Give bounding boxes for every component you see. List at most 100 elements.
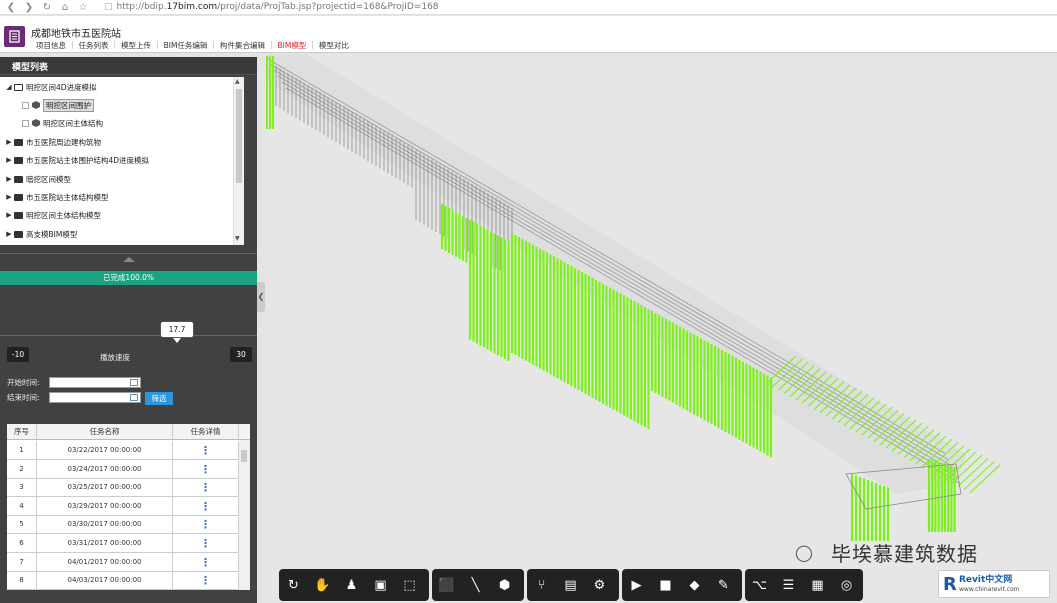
task-table-header: 序号 任务名称 任务详情 (7, 424, 250, 440)
back-icon[interactable]: ❮ (4, 0, 18, 14)
table-row[interactable]: 1 03/22/2017 00:00:00 ⋮ (7, 441, 239, 460)
camera-icon[interactable]: ▣ (372, 577, 389, 594)
app-header: 成都地铁市五医院站 项目信息 | 任务列表 | 模型上传 | BIM任务编辑 | 构件集合编辑 |… (0, 16, 1057, 53)
more-vertical-icon[interactable]: ⋮ (200, 556, 211, 569)
tree-scrollbar[interactable]: ▲ ▼ (233, 77, 244, 245)
share-icon[interactable]: ⌥ (751, 577, 768, 594)
tree-node-label: 市五医院站主体围护结构4D进度模拟 (26, 155, 150, 165)
qrcode-icon[interactable]: ▦ (809, 577, 826, 594)
reload-icon[interactable]: ↻ (40, 0, 54, 14)
start-time-input[interactable] (49, 377, 141, 388)
task-detail-cell: ⋮ (173, 534, 239, 552)
3d-viewport[interactable] (266, 54, 1057, 603)
orbit-icon[interactable]: ↻ (285, 577, 302, 594)
more-vertical-icon[interactable]: ⋮ (200, 500, 211, 513)
scroll-thumb[interactable] (241, 450, 247, 462)
viewer-toolbar: ↻ ✋ ♟ ▣ ⬚ ⬛ ╲ ⬢ ⑂ ▤ ⚙ ▶ ■ ◆ ✎ ⌥ ☰ ▦ ◎ (279, 569, 880, 601)
nav-item-5[interactable]: BIM模型 (272, 40, 311, 51)
more-vertical-icon[interactable]: ⋮ (200, 574, 211, 587)
toolbar-group: ↻ ✋ ♟ ▣ ⬚ (279, 569, 429, 601)
row-number: 6 (7, 534, 37, 552)
toolbar-group: ▶ ■ ◆ ✎ (622, 569, 742, 601)
play-icon[interactable]: ▶ (628, 577, 645, 594)
tree-node[interactable]: ▶ 市五医院周边建构筑物 (4, 134, 101, 150)
scroll-up-icon[interactable]: ▲ (235, 78, 240, 85)
report-icon[interactable]: ☰ (780, 577, 797, 594)
expand-arrow-icon[interactable]: ▶ (4, 230, 14, 238)
folder-icon (14, 211, 23, 219)
nav-item-4[interactable]: 构件集合编辑 (215, 40, 270, 51)
nav-item-0[interactable]: 项目信息 (31, 40, 71, 51)
slider-value[interactable]: 17.7 (160, 321, 194, 343)
table-row[interactable]: 5 03/30/2017 00:00:00 ⋮ (7, 515, 239, 535)
end-time-input[interactable] (49, 392, 141, 403)
tree-node[interactable]: 明挖区间主体结构 (22, 115, 103, 131)
nav-item-1[interactable]: 任务列表 (74, 40, 114, 51)
screenshot-icon[interactable]: ◎ (838, 577, 855, 594)
nav-item-3[interactable]: BIM任务编辑 (159, 40, 213, 51)
expand-arrow-icon[interactable]: ▶ (4, 211, 14, 219)
more-vertical-icon[interactable]: ⋮ (200, 463, 211, 476)
tree-structure-icon[interactable]: ⑂ (533, 577, 550, 594)
revit-badge: R Revit中文网 www.chinarevit.com (938, 570, 1050, 598)
collapse-arrow-icon[interactable]: ◢ (4, 83, 14, 91)
home-icon[interactable]: ⌂ (58, 0, 72, 14)
walk-icon[interactable]: ♟ (343, 577, 360, 594)
table-row[interactable]: 6 03/31/2017 00:00:00 ⋮ (7, 534, 239, 553)
nav-item-2[interactable]: 模型上传 (116, 40, 156, 51)
save-icon[interactable]: ■ (657, 577, 674, 594)
scroll-thumb[interactable] (236, 89, 242, 183)
more-vertical-icon[interactable]: ⋮ (200, 518, 211, 531)
tree-node[interactable]: ▶ 市五医院站主体结构模型 (4, 189, 108, 205)
revit-logo-icon: R (943, 573, 957, 595)
speed-max: 30 (230, 347, 252, 362)
more-vertical-icon[interactable]: ⋮ (200, 537, 211, 550)
panel-resize-grip[interactable] (0, 253, 257, 265)
collapse-panel-button[interactable]: ❮ (257, 282, 265, 312)
star-icon[interactable]: ☆ (76, 0, 90, 14)
structure-beam (277, 75, 956, 473)
zoom-window-icon[interactable]: ⬚ (401, 577, 418, 594)
scroll-down-icon[interactable]: ▼ (235, 235, 240, 242)
expand-arrow-icon[interactable]: ▶ (4, 156, 14, 164)
bim-model-render[interactable] (266, 54, 1057, 603)
table-row[interactable]: 2 03/24/2017 00:00:00 ⋮ (7, 459, 239, 479)
tree-node[interactable]: ▶ 明挖区间主体结构模型 (4, 207, 101, 223)
top-nav: 项目信息 | 任务列表 | 模型上传 | BIM任务编辑 | 构件集合编辑 | BIM模型 | 模型对比 (31, 40, 354, 51)
forward-icon[interactable]: ❯ (22, 0, 36, 14)
slider-track[interactable] (0, 335, 257, 336)
nav-item-6[interactable]: 模型对比 (314, 40, 354, 51)
settings-icon[interactable]: ⚙ (591, 577, 608, 594)
expand-arrow-icon[interactable]: ▶ (4, 138, 14, 146)
table-row[interactable]: 7 04/01/2017 00:00:00 ⋮ (7, 552, 239, 572)
row-number: 2 (7, 459, 37, 478)
tree-node[interactable]: 明挖区间围护 (22, 97, 94, 113)
measure-icon[interactable]: ╲ (467, 577, 484, 594)
checkbox[interactable] (22, 119, 29, 127)
calendar-icon[interactable] (130, 394, 138, 401)
properties-icon[interactable]: ▤ (562, 577, 579, 594)
tree-node[interactable]: ◢ 明挖区间4D进度模拟 (4, 79, 96, 95)
grip-arrow-icon (122, 257, 135, 262)
pen-icon[interactable]: ✎ (715, 577, 732, 594)
tree-node[interactable]: ▶ 高支模BIM模型 (4, 226, 77, 242)
paint-icon[interactable]: ◆ (686, 577, 703, 594)
more-vertical-icon[interactable]: ⋮ (200, 481, 211, 494)
filter-button[interactable]: 筛选 (145, 392, 173, 405)
more-vertical-icon[interactable]: ⋮ (200, 444, 211, 457)
checkbox[interactable] (22, 101, 29, 109)
speed-slider[interactable]: 17.7 -10 播放速度 30 (0, 319, 257, 369)
table-row[interactable]: 3 03/25/2017 00:00:00 ⋮ (7, 478, 239, 498)
explode-icon[interactable]: ⬢ (496, 577, 513, 594)
task-scrollbar[interactable] (239, 440, 250, 590)
section-box-icon[interactable]: ⬛ (438, 577, 455, 594)
table-row[interactable]: 8 04/03/2017 00:00:00 ⋮ (7, 571, 239, 590)
pan-icon[interactable]: ✋ (314, 577, 331, 594)
table-row[interactable]: 4 03/29/2017 00:00:00 ⋮ (7, 496, 239, 516)
url-field[interactable]: □ http://bdip. 17bim.com/proj/data/ProjTa… (104, 2, 439, 12)
expand-arrow-icon[interactable]: ▶ (4, 175, 14, 183)
tree-node[interactable]: ▶ 市五医院站主体围护结构4D进度模拟 (4, 152, 149, 168)
tree-node[interactable]: ▶ 暗挖区间模型 (4, 171, 71, 187)
expand-arrow-icon[interactable]: ▶ (4, 193, 14, 201)
calendar-icon[interactable] (130, 379, 138, 386)
